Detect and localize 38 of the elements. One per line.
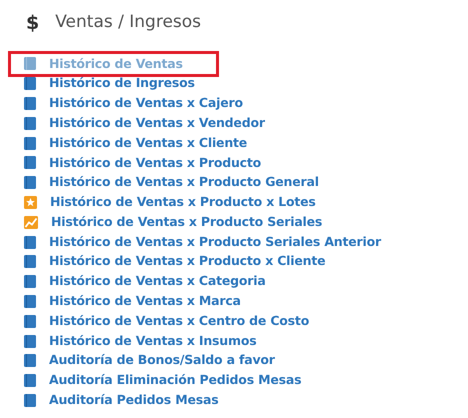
report-link[interactable]: Auditoría Pedidos Mesas (49, 391, 218, 410)
book-icon (24, 96, 36, 110)
dollar-icon: $ (24, 8, 40, 38)
book-icon (24, 294, 36, 308)
section-title: Ventas / Ingresos (55, 11, 202, 34)
report-link[interactable]: Histórico de Ventas x Cliente (49, 134, 248, 152)
star-icon (24, 196, 37, 209)
book-icon (24, 156, 36, 170)
book-icon (24, 116, 36, 130)
report-link[interactable]: Histórico de Ventas x Centro de Costo (49, 312, 310, 331)
book-icon (24, 255, 36, 268)
report-link[interactable]: Histórico de Ventas x Producto x Lotes (50, 193, 316, 212)
report-link[interactable]: Histórico de Ventas x Producto x Cliente (49, 252, 326, 272)
chart-icon (24, 216, 38, 229)
report-link[interactable]: Histórico de Ventas x Producto General (49, 173, 319, 192)
report-link[interactable]: Histórico de Ventas x Categoria (49, 272, 266, 292)
report-link[interactable]: Histórico de Ventas (49, 54, 183, 74)
book-icon (24, 57, 36, 70)
report-link[interactable]: Histórico de Ventas x Marca (49, 292, 241, 311)
book-icon (24, 236, 36, 249)
report-link[interactable]: Histórico de Ventas x Cajero (49, 94, 243, 113)
book-icon (24, 394, 36, 407)
book-icon (24, 176, 36, 190)
book-icon (24, 275, 36, 288)
book-icon (24, 354, 36, 368)
book-icon (24, 334, 36, 348)
report-link[interactable]: Histórico de Ventas x Producto (49, 154, 262, 172)
book-icon (24, 374, 36, 388)
report-link[interactable]: Histórico de Ventas x Vendedor (49, 114, 265, 133)
book-icon (24, 136, 36, 150)
report-link[interactable]: Auditoría de Bonos/Saldo a favor (49, 351, 275, 370)
report-link[interactable]: Histórico de Ingresos (49, 74, 195, 94)
report-link[interactable]: Auditoría Eliminación Pedidos Mesas (49, 371, 302, 390)
report-link[interactable]: Histórico de Ventas x Producto Seriales (51, 212, 322, 232)
report-link[interactable]: Histórico de Ventas x Producto Seriales Anterior (49, 232, 381, 252)
book-icon (24, 77, 36, 90)
book-icon (24, 314, 36, 328)
report-link[interactable]: Histórico de Ventas x Insumos (49, 332, 256, 350)
